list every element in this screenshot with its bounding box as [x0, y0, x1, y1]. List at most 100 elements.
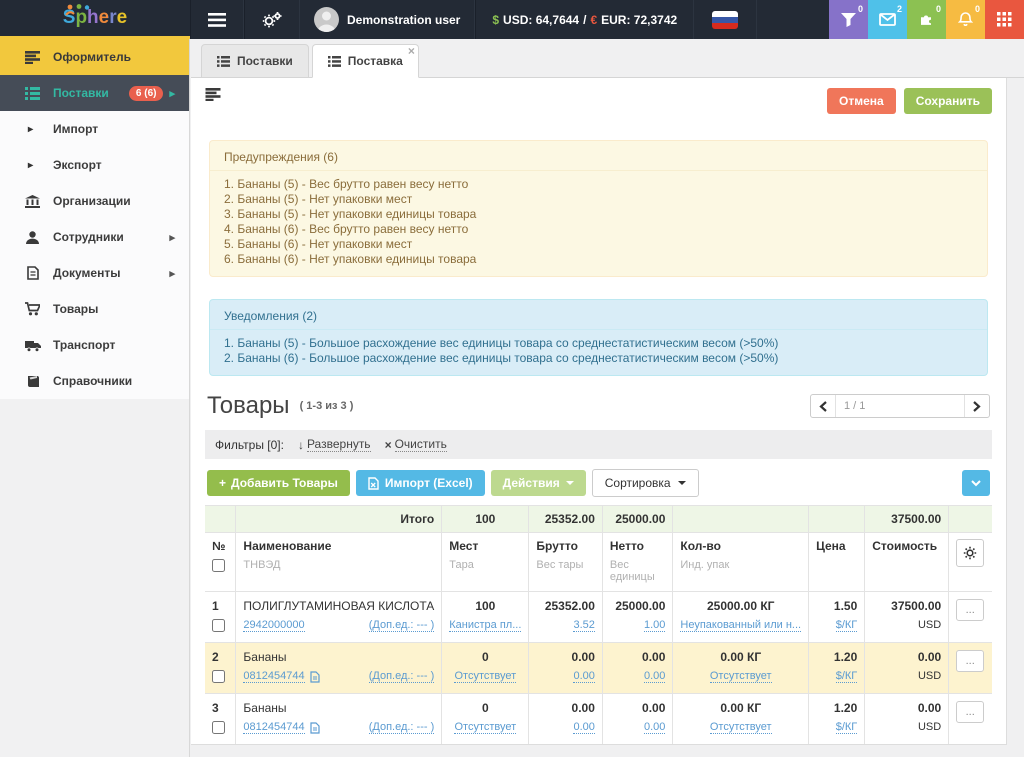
select-all-checkbox[interactable]	[212, 559, 225, 572]
row-more-button[interactable]: ...	[956, 650, 984, 672]
row-checkbox[interactable]	[212, 721, 225, 734]
user-menu[interactable]: Demonstration user	[300, 0, 475, 39]
totals-row: Итого 100 25352.00 25000.00 37500.00	[205, 506, 992, 533]
mest-value: 0	[449, 701, 521, 715]
person-icon	[24, 231, 41, 244]
tare-weight-link[interactable]: 0.00	[573, 721, 594, 734]
sidebar-item-goods[interactable]: Товары	[0, 291, 189, 327]
save-button[interactable]: Сохранить	[904, 88, 992, 114]
sidebar-item-label: Транспорт	[53, 338, 115, 352]
dop-ed-link[interactable]: (Доп.ед.: --- )	[369, 619, 435, 632]
chevron-left-icon	[819, 401, 827, 412]
table-settings-button[interactable]	[956, 539, 984, 567]
tnved-code-link[interactable]: 0812454744	[243, 670, 304, 683]
price-unit-link[interactable]: $/КГ	[836, 670, 858, 683]
language-selector[interactable]	[694, 0, 757, 39]
add-goods-button[interactable]: + Добавить Товары	[207, 470, 350, 496]
qty-value: 0.00 КГ	[680, 650, 801, 664]
col-qty: Кол-во	[680, 539, 801, 553]
list-icon	[24, 87, 41, 100]
excel-file-icon	[368, 477, 379, 490]
sidebar-item-oformitel[interactable]: Оформитель	[0, 39, 189, 75]
filters-clear-link[interactable]: × Очистить	[385, 437, 447, 452]
sidebar-item-employees[interactable]: Сотрудники ▸	[0, 219, 189, 255]
user-name: Demonstration user	[347, 13, 460, 27]
cancel-button[interactable]: Отмена	[827, 88, 896, 114]
row-checkbox[interactable]	[212, 619, 225, 632]
notification-item: 2. Бананы (6) - Большое расхождение вес …	[224, 351, 973, 366]
clear-x-icon: ×	[385, 438, 392, 452]
sidebar-item-references[interactable]: Справочники	[0, 363, 189, 399]
sidebar-item-import[interactable]: ▸ Импорт	[0, 111, 189, 147]
sidebar-item-organizations[interactable]: Организации	[0, 183, 189, 219]
collapse-panel-button[interactable]	[962, 470, 990, 496]
unit-weight-link[interactable]: 1.00	[644, 619, 665, 632]
sidebar-item-documents[interactable]: Документы ▸	[0, 255, 189, 291]
notifications-badge: 0	[975, 4, 980, 14]
sidebar-item-export[interactable]: ▸ Экспорт	[0, 147, 189, 183]
top-bar: Sphere Demonstration user $ USD: 64,7644…	[0, 0, 1024, 39]
pager-prev-button[interactable]	[811, 395, 835, 417]
filters-expand-link[interactable]: ↓ Развернуть	[298, 437, 371, 452]
usd-icon: $	[492, 13, 499, 27]
ind-pack-link[interactable]: Отсутствует	[710, 670, 772, 683]
cost-value: 37500.00	[872, 599, 941, 613]
col-brutto: Брутто	[536, 539, 595, 553]
unit-weight-link[interactable]: 0.00	[644, 670, 665, 683]
cost-currency: USD	[872, 619, 941, 631]
app-logo[interactable]: Sphere	[0, 0, 190, 39]
package-link[interactable]: Отсутствует	[454, 721, 516, 734]
dop-ed-link[interactable]: (Доп.ед.: --- )	[369, 721, 435, 734]
expand-label: Развернуть	[307, 437, 371, 452]
tnved-code-link[interactable]: 0812454744	[243, 721, 304, 734]
close-icon[interactable]: ×	[408, 46, 415, 56]
filter-bar: Фильтры [0]: ↓ Развернуть × Очистить	[205, 430, 992, 459]
pager-page-indicator[interactable]: 1 / 1	[835, 395, 965, 417]
truck-icon	[24, 339, 41, 352]
price-unit-link[interactable]: $/КГ	[836, 721, 858, 734]
row-more-button[interactable]: ...	[956, 599, 984, 621]
sidebar-item-label: Организации	[53, 194, 131, 208]
row-more-button[interactable]: ...	[956, 701, 984, 723]
warning-item: 5. Бананы (6) - Нет упаковки мест	[224, 237, 973, 252]
document-icon[interactable]	[310, 671, 320, 683]
tab-postavka[interactable]: Поставка ×	[312, 44, 419, 78]
plus-icon: +	[219, 476, 226, 490]
notifications-button[interactable]: 0	[946, 0, 985, 39]
sidebar-item-postavki[interactable]: Поставки 6 (6) ▸	[0, 75, 189, 111]
ind-pack-link[interactable]: Неупакованный или н...	[680, 619, 801, 632]
unit-weight-link[interactable]: 0.00	[644, 721, 665, 734]
actions-dropdown-button[interactable]: Действия	[491, 470, 586, 496]
qty-value: 0.00 КГ	[680, 701, 801, 715]
pager-next-button[interactable]	[965, 395, 989, 417]
price-value: 1.20	[816, 701, 857, 715]
stacked-bars-icon[interactable]	[205, 88, 221, 101]
tab-postavki[interactable]: Поставки	[201, 44, 309, 78]
actions-label: Действия	[503, 476, 560, 490]
package-link[interactable]: Канистра пл...	[449, 619, 521, 632]
sidebar-item-transport[interactable]: Транспорт	[0, 327, 189, 363]
tnved-code-link[interactable]: 2942000000	[243, 619, 304, 632]
col-price: Цена	[816, 539, 857, 553]
totals-cost: 37500.00	[865, 506, 949, 533]
import-excel-button[interactable]: Импорт (Excel)	[356, 470, 485, 496]
messages-button[interactable]: 2	[868, 0, 907, 39]
tare-weight-link[interactable]: 0.00	[573, 670, 594, 683]
document-icon[interactable]	[310, 722, 320, 734]
brutto-value: 25352.00	[536, 599, 595, 613]
dop-ed-link[interactable]: (Доп.ед.: --- )	[369, 670, 435, 683]
price-unit-link[interactable]: $/КГ	[836, 619, 858, 632]
package-link[interactable]: Отсутствует	[454, 670, 516, 683]
tab-label: Поставки	[237, 54, 293, 68]
sort-dropdown-button[interactable]: Сортировка	[592, 469, 699, 497]
tare-weight-link[interactable]: 3.52	[573, 619, 594, 632]
mest-value: 100	[449, 599, 521, 613]
sidebar-toggle-button[interactable]	[190, 0, 244, 39]
row-checkbox[interactable]	[212, 670, 225, 683]
list-icon	[217, 56, 230, 67]
modules-button[interactable]: 0	[907, 0, 946, 39]
settings-button[interactable]	[244, 0, 300, 39]
ind-pack-link[interactable]: Отсутствует	[710, 721, 772, 734]
filters-button[interactable]: 0	[829, 0, 868, 39]
apps-grid-button[interactable]	[985, 0, 1024, 39]
